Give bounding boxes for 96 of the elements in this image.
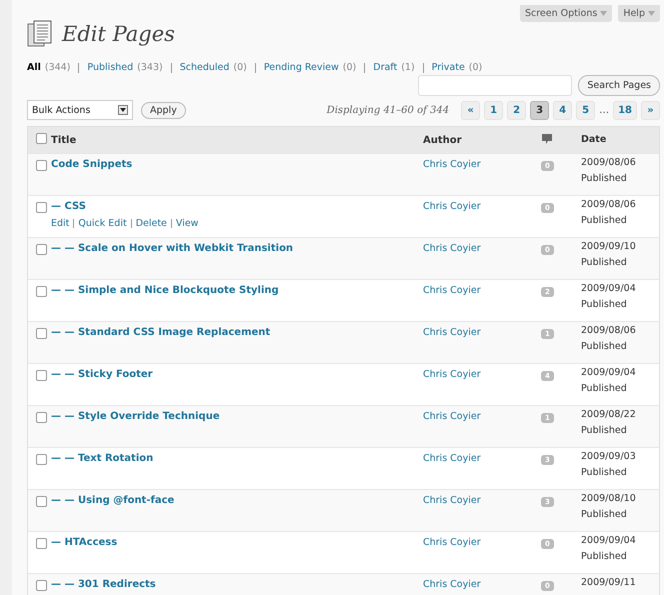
date-text: 2009/09/04 <box>581 366 637 380</box>
author-link[interactable]: Chris Coyier <box>423 327 481 338</box>
checkbox[interactable] <box>36 496 47 507</box>
search-field[interactable] <box>418 75 572 96</box>
filter-count: (0) <box>342 62 356 73</box>
row-action-link[interactable]: View <box>176 218 198 229</box>
screen-tab[interactable]: Help <box>618 5 660 22</box>
status-text: Published <box>581 172 628 186</box>
page-title-link[interactable]: — CSS <box>51 201 86 212</box>
page-link[interactable]: 2 <box>507 100 526 120</box>
author-link[interactable]: Chris Coyier <box>423 579 481 590</box>
author-link[interactable]: Chris Coyier <box>423 159 481 170</box>
caret-icon <box>118 105 128 115</box>
filter-link[interactable]: All <box>27 62 41 73</box>
status-text: Published <box>581 256 628 270</box>
filter-link[interactable]: Private <box>432 62 465 73</box>
filter-count: (343) <box>137 62 163 73</box>
page-link[interactable]: » <box>641 100 660 120</box>
column-header: Title <box>51 134 76 146</box>
filter-link[interactable]: Scheduled <box>180 62 230 73</box>
search-button[interactable]: Search Pages <box>578 75 660 96</box>
author-link[interactable]: Chris Coyier <box>423 369 481 380</box>
checkbox[interactable] <box>36 202 47 213</box>
checkbox[interactable] <box>36 160 47 171</box>
screen-tab[interactable]: Screen Options <box>520 5 612 22</box>
caret-icon <box>648 10 655 16</box>
row-action-link[interactable]: Quick Edit <box>78 218 127 229</box>
page-title-link[interactable]: — — Text Rotation <box>51 453 154 464</box>
date-text: 2009/08/06 <box>581 198 637 212</box>
row-action-link[interactable]: Delete <box>136 218 167 229</box>
author-link[interactable]: Chris Coyier <box>423 411 481 422</box>
status-text: Published <box>581 214 628 228</box>
filter-link[interactable]: Pending Review <box>264 62 339 73</box>
row-action-link[interactable]: Edit <box>51 218 70 229</box>
page-title-link[interactable]: — — Simple and Nice Blockquote Styling <box>51 285 279 296</box>
author-link[interactable]: Chris Coyier <box>423 285 481 296</box>
page-title-link[interactable]: Code Snippets <box>51 159 132 170</box>
filter-count: (0) <box>468 62 482 73</box>
displaying-text: Displaying 41–60 of 344 <box>326 104 450 116</box>
date-text: 2009/08/06 <box>581 324 637 338</box>
author-link[interactable]: Chris Coyier <box>423 453 481 464</box>
caret-icon <box>600 10 608 16</box>
checkbox[interactable] <box>36 580 47 591</box>
author-link[interactable]: Chris Coyier <box>423 495 481 506</box>
column-header: Date <box>581 134 606 145</box>
page-link[interactable]: 4 <box>553 100 572 120</box>
checkbox[interactable] <box>36 328 47 339</box>
page-title-link[interactable]: — — 301 Redirects <box>51 579 156 590</box>
page-title-link[interactable]: — — Using @font-face <box>51 495 174 506</box>
page-gap: … <box>599 104 610 116</box>
date-text: 2009/09/04 <box>581 282 637 296</box>
column-header: Author <box>423 134 462 146</box>
page-title-link[interactable]: — — Scale on Hover with Webkit Transition <box>51 243 294 254</box>
checkbox[interactable] <box>36 412 47 423</box>
date-text: 2009/09/10 <box>581 240 637 254</box>
date-text: 2009/09/11 <box>581 576 637 590</box>
comment-icon <box>541 132 553 144</box>
page-link[interactable]: 18 <box>613 100 637 120</box>
date-text: 2009/08/06 <box>581 156 637 170</box>
date-text: 2009/08/10 <box>581 492 637 506</box>
filter-count: (0) <box>233 62 247 73</box>
date-text: 2009/08/22 <box>581 408 637 422</box>
page-title-link[interactable]: — — Style Override Technique <box>51 411 220 422</box>
checkbox[interactable] <box>36 133 47 144</box>
author-link[interactable]: Chris Coyier <box>423 537 481 548</box>
author-link[interactable]: Chris Coyier <box>423 201 481 212</box>
checkbox[interactable] <box>36 244 47 255</box>
page-link[interactable]: « <box>461 100 480 120</box>
checkbox[interactable] <box>36 454 47 465</box>
page-title-link[interactable]: — — Standard CSS Image Replacement <box>51 327 270 338</box>
page-title-link[interactable]: — HTAccess <box>51 537 118 548</box>
pages-icon <box>27 20 53 48</box>
date-text: 2009/09/04 <box>581 534 637 548</box>
page-link[interactable]: 5 <box>576 100 596 120</box>
filter-link[interactable]: Draft <box>373 62 398 73</box>
filter-count: (344) <box>44 62 70 73</box>
page-link[interactable]: 3 <box>530 100 550 120</box>
filter-count: (1) <box>401 62 415 73</box>
page-title: Edit Pages <box>62 22 175 46</box>
checkbox[interactable] <box>36 370 47 381</box>
date-text: 2009/09/03 <box>581 450 637 464</box>
status-text: Published <box>581 508 628 522</box>
checkbox[interactable] <box>36 286 47 297</box>
status-text: Published <box>581 382 628 396</box>
page-title-link[interactable]: — — Sticky Footer <box>51 369 153 380</box>
status-text: Published <box>581 424 628 438</box>
status-text: Published <box>581 466 628 480</box>
bulk-actions-dropdown[interactable]: Bulk Actions <box>27 100 133 120</box>
apply-button[interactable]: Apply <box>141 102 186 118</box>
author-link[interactable]: Chris Coyier <box>423 243 481 254</box>
status-text: Published <box>581 340 628 354</box>
checkbox[interactable] <box>36 538 47 549</box>
status-text: Published <box>581 298 628 312</box>
page-link[interactable]: 1 <box>484 100 504 120</box>
status-text: Published <box>581 550 628 564</box>
filter-link[interactable]: Published <box>87 62 134 73</box>
